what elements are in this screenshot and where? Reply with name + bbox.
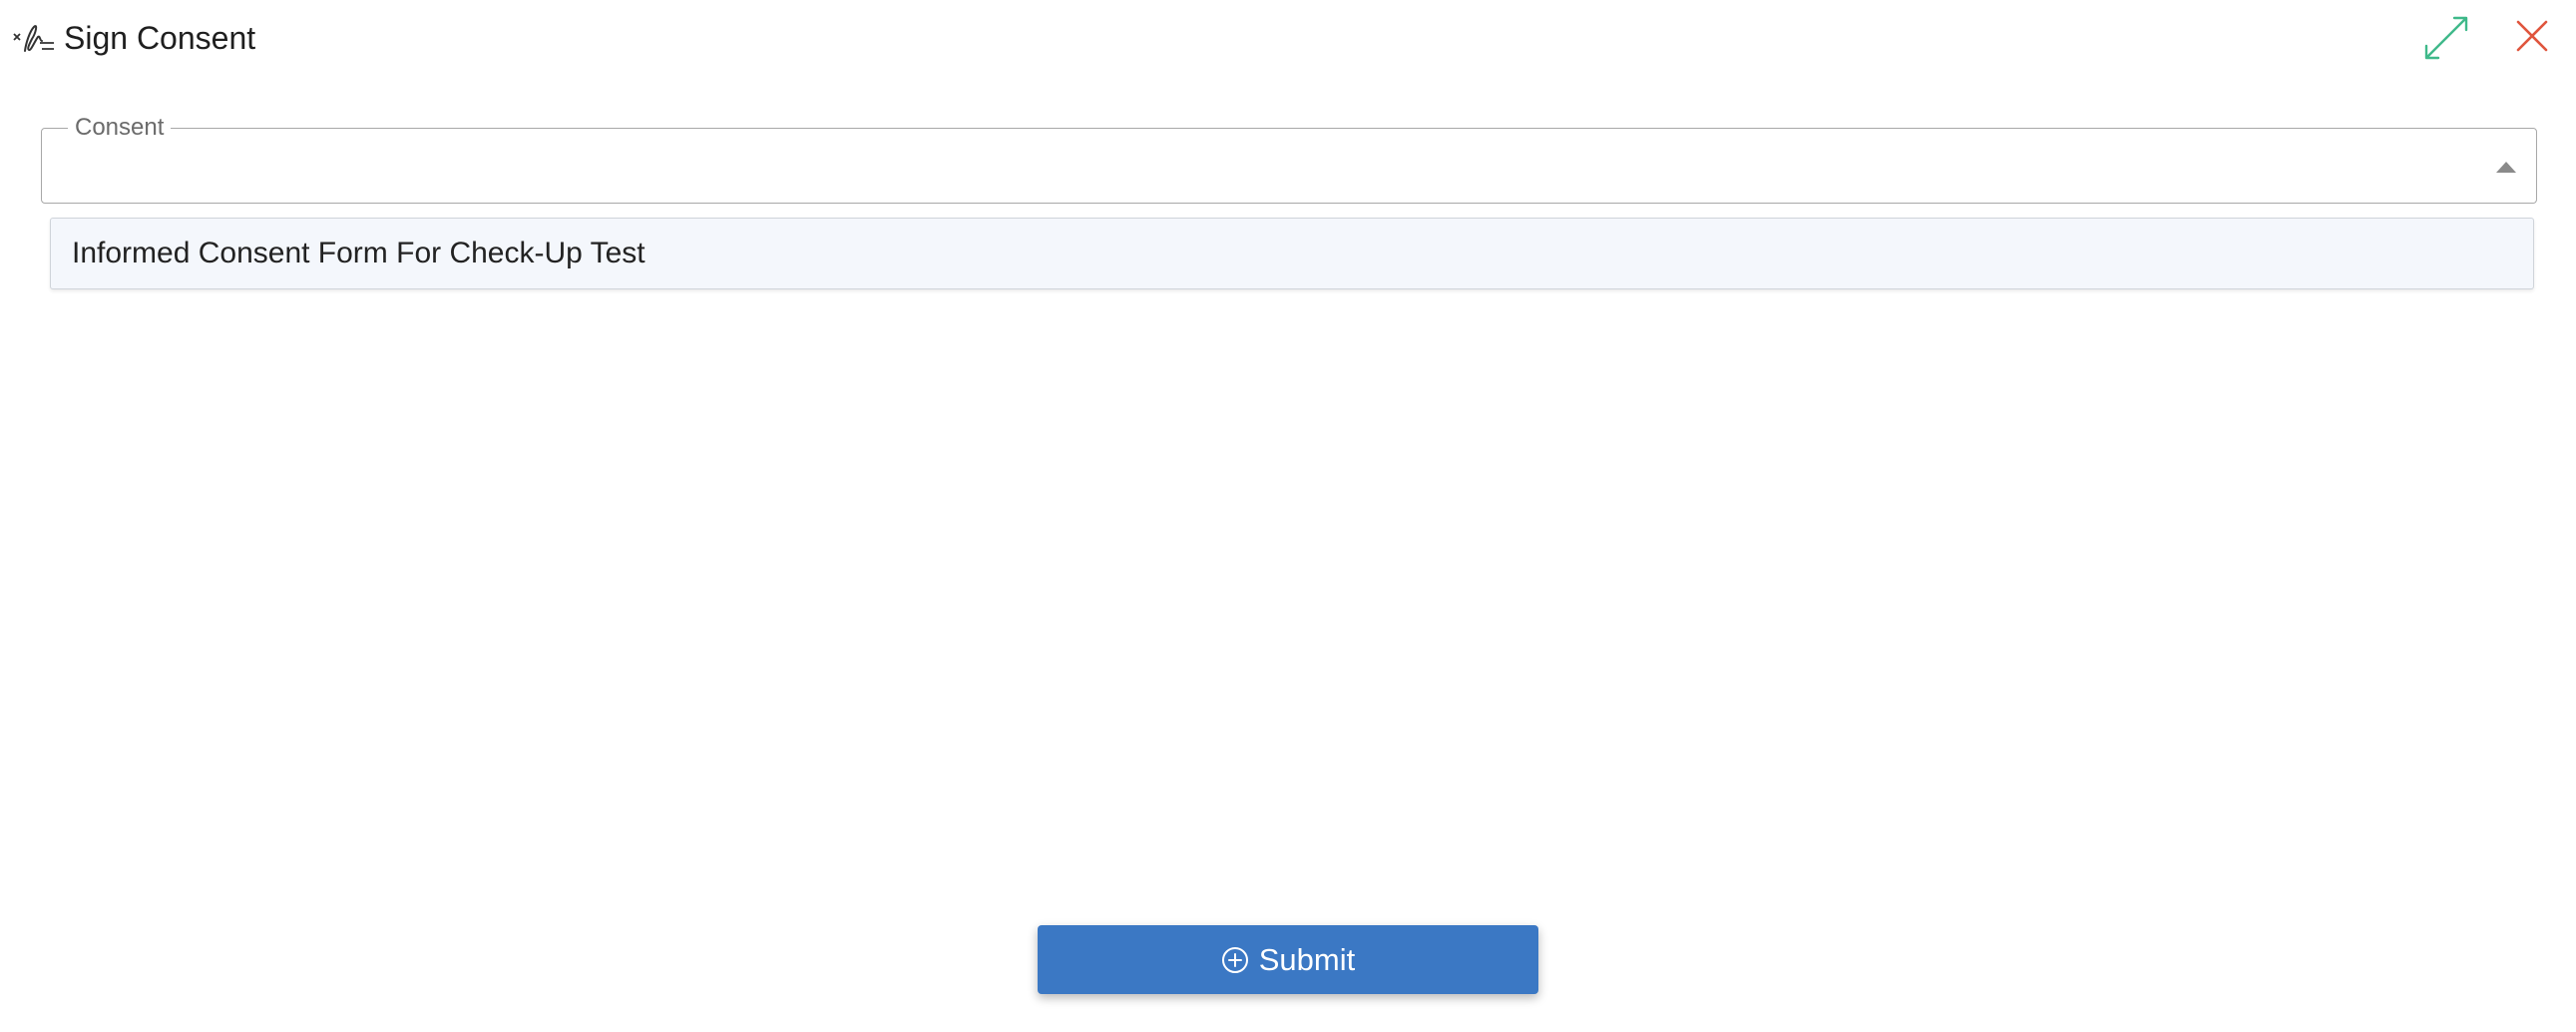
submit-label: Submit xyxy=(1258,941,1356,977)
close-icon xyxy=(2516,20,2548,52)
dialog-title: Sign Consent xyxy=(64,20,256,56)
consent-option[interactable]: Informed Consent Form For Check-Up Test xyxy=(51,219,2533,288)
plus-circle-icon xyxy=(1221,946,1249,974)
consent-dropdown-list: Informed Consent Form For Check-Up Test xyxy=(50,218,2534,289)
consent-field-label: Consent xyxy=(68,113,172,143)
consent-option-label: Informed Consent Form For Check-Up Test xyxy=(72,237,645,269)
expand-icon xyxy=(2424,16,2468,60)
consent-input[interactable] xyxy=(66,147,2444,187)
expand-button[interactable] xyxy=(2420,12,2472,64)
signature-icon xyxy=(12,19,56,57)
caret-up-icon[interactable] xyxy=(2496,162,2516,173)
dialog-title-group: Sign Consent xyxy=(12,16,255,60)
sign-consent-dialog: Sign Consent Consent Informed Consent Fo… xyxy=(0,0,2576,1032)
consent-select[interactable]: Consent xyxy=(41,113,2537,204)
close-button[interactable] xyxy=(2512,16,2552,56)
submit-button[interactable]: Submit xyxy=(1038,925,1538,994)
dialog-header: Sign Consent xyxy=(0,0,2576,76)
